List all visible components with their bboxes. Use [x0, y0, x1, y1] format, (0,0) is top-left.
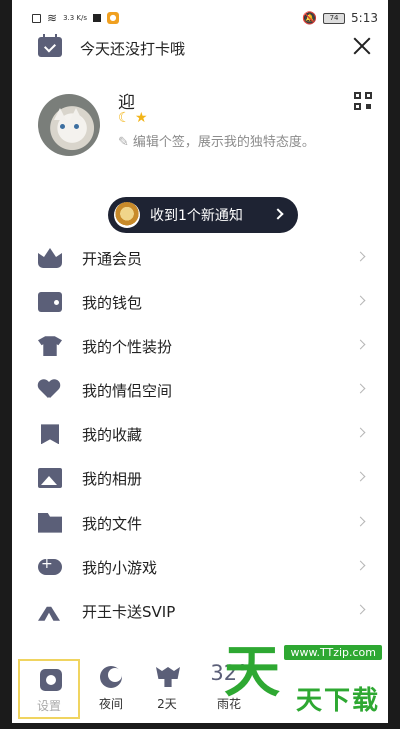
cat-ear	[70, 108, 82, 120]
chevron-right-icon	[272, 208, 284, 220]
wallet-icon	[38, 292, 62, 313]
night-mode-button[interactable]: 夜间	[80, 659, 142, 719]
streak-icon	[156, 667, 180, 687]
menu-label: 我的收藏	[82, 426, 143, 445]
menu-label: 我的个性装扮	[82, 338, 173, 357]
gear-icon	[40, 669, 62, 691]
vip-crown-icon	[38, 248, 62, 268]
stop-icon	[93, 14, 102, 22]
photo-icon	[38, 468, 62, 489]
watermark-text: 天下载	[295, 686, 380, 716]
menu-label: 我的相册	[82, 470, 143, 489]
notification-pill[interactable]: 收到1个新通知	[108, 197, 298, 233]
menu-item-dressup[interactable]: 我的个性装扮	[12, 324, 388, 368]
watermark-logo: 天	[224, 640, 280, 705]
days-label: 2天	[157, 697, 177, 711]
chevron-right-icon	[355, 516, 366, 527]
chevron-right-icon	[355, 560, 366, 571]
notification-avatar	[114, 202, 140, 228]
watermark: 天 www.TTzip.com 天下载	[224, 641, 388, 723]
wifi-icon: ≋	[47, 11, 58, 25]
heart-icon	[38, 380, 60, 400]
menu-label: 我的钱包	[82, 294, 143, 313]
app-notification-icon: ●	[107, 12, 120, 24]
qr-code-icon[interactable]	[354, 92, 372, 110]
menu-label: 我的小游戏	[82, 558, 158, 577]
shirt-icon	[38, 336, 62, 357]
menu-label: 我的情侣空间	[82, 382, 173, 401]
chevron-right-icon	[355, 427, 366, 438]
net-speed: 3.3 K/s	[63, 13, 88, 22]
menu-item-couple-space[interactable]: 我的情侣空间	[12, 368, 388, 412]
pencil-icon: ✎	[118, 135, 129, 150]
notification-text: 收到1个新通知	[150, 208, 243, 224]
signature-text: 编辑个签，展示我的独特态度。	[132, 135, 315, 150]
calendar-check-icon[interactable]	[38, 34, 62, 57]
antenna-icon	[38, 606, 60, 621]
close-icon[interactable]	[350, 34, 374, 58]
menu-label: 开通会员	[82, 250, 143, 268]
chevron-right-icon	[355, 251, 366, 262]
menu-item-minigames[interactable]: 我的小游戏	[12, 545, 388, 589]
menu-item-vip[interactable]: 开通会员	[12, 236, 388, 280]
chevron-right-icon	[355, 383, 366, 394]
chevron-right-icon	[355, 339, 366, 350]
battery-indicator: 74	[323, 12, 346, 24]
menu-item-files[interactable]: 我的文件	[12, 501, 388, 545]
gamepad-icon	[38, 556, 62, 575]
menu-item-favorites[interactable]: 我的收藏	[12, 412, 388, 456]
folder-icon	[38, 512, 62, 533]
checkin-row: 今天还没打卡哦	[12, 30, 388, 66]
moon-badge-icon: ☾	[118, 110, 131, 126]
settings-button[interactable]: 设置	[18, 659, 80, 719]
menu-label: 我的文件	[82, 514, 143, 533]
menu-item-king-card[interactable]: 开王卡送SVIP	[12, 589, 388, 633]
chevron-right-icon	[355, 604, 366, 615]
star-badge-icon: ★	[135, 110, 148, 126]
screen-icon	[32, 13, 41, 23]
signature[interactable]: ✎ 编辑个签，展示我的独特态度。	[118, 131, 315, 150]
streak-button[interactable]: 2天	[136, 659, 198, 719]
clock: 5:13	[351, 11, 378, 25]
settings-label: 设置	[36, 699, 61, 713]
status-bar: ≋ 3.3 K/s ● 🔕 74 5:13	[12, 8, 388, 30]
avatar[interactable]	[38, 94, 100, 156]
bookmark-icon	[41, 424, 59, 445]
cat-ear	[54, 108, 66, 120]
level-badges[interactable]: ☾ ★	[118, 110, 148, 126]
watermark-url: www.TTzip.com	[284, 645, 382, 660]
chevron-right-icon	[355, 472, 366, 482]
cat-eye	[74, 124, 79, 129]
cat-eye	[60, 124, 65, 129]
moon-icon	[100, 666, 122, 688]
mute-icon: 🔕	[302, 11, 318, 25]
chevron-right-icon	[355, 295, 366, 306]
screen: ≋ 3.3 K/s ● 🔕 74 5:13 今天还没打卡哦 迎 ☾ ★ ✎ 编辑个…	[12, 0, 388, 723]
checkin-text[interactable]: 今天还没打卡哦	[80, 38, 185, 59]
menu-label: 开王卡送SVIP	[82, 602, 176, 621]
menu-item-wallet[interactable]: 我的钱包	[12, 280, 388, 324]
night-label: 夜间	[98, 697, 123, 711]
menu-list: 开通会员 我的钱包 我的个性装扮 我的情侣空间 我的收藏 我的相册 我的文件 +…	[12, 236, 388, 633]
menu-item-album[interactable]: 我的相册	[12, 456, 388, 500]
